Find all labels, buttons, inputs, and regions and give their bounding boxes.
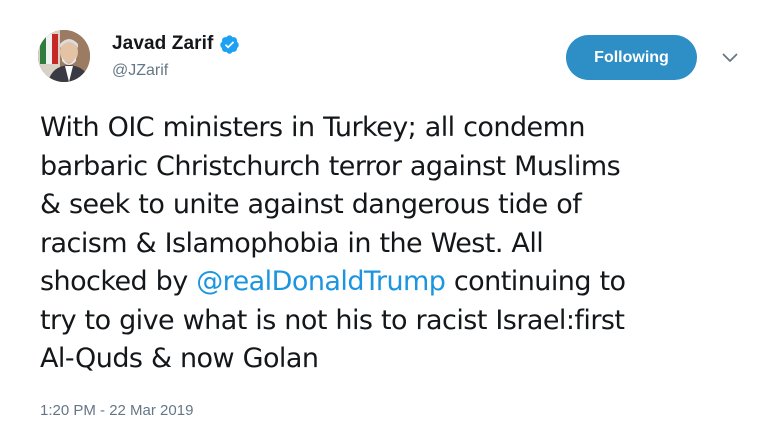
author-display-name[interactable]: Javad Zarif [112,33,213,55]
avatar-image [38,30,90,82]
tweet-text-segment: shocked by [40,266,197,297]
following-button[interactable]: Following [566,35,697,80]
tweet-text-line: & seek to unite against dangerous tide o… [40,189,582,220]
author-handle[interactable]: @JZarif [112,62,168,80]
avatar[interactable] [38,30,90,82]
tweet-text-line: Al-Quds & now Golan [40,343,319,374]
mention-link[interactable]: @realDonaldTrump [196,266,446,297]
tweet-text-line: barbaric Christchurch terror against Mus… [40,150,621,182]
tweet-text-segment: continuing to [445,266,626,297]
tweet-text-line: racism & Islamophobia in the West. All [40,227,544,259]
tweet-text: With OIC ministers in Turkey; all condem… [40,109,760,379]
tweet-text-line: shocked by @realDonaldTrump continuing t… [40,263,760,302]
author-name-row: Javad Zarif [112,33,240,55]
chevron-down-icon [722,53,738,62]
tweet-timestamp[interactable]: 1:20 PM - 22 Mar 2019 [40,402,193,419]
more-options-button[interactable] [718,48,742,68]
tweet-text-line: try to give what is not his to racist Is… [40,304,625,336]
tweet-text-line: With OIC ministers in Turkey; all condem… [40,112,585,143]
verified-badge-icon [219,34,240,55]
tweet-card: Javad Zarif @JZarif Following With OIC m… [0,0,772,426]
